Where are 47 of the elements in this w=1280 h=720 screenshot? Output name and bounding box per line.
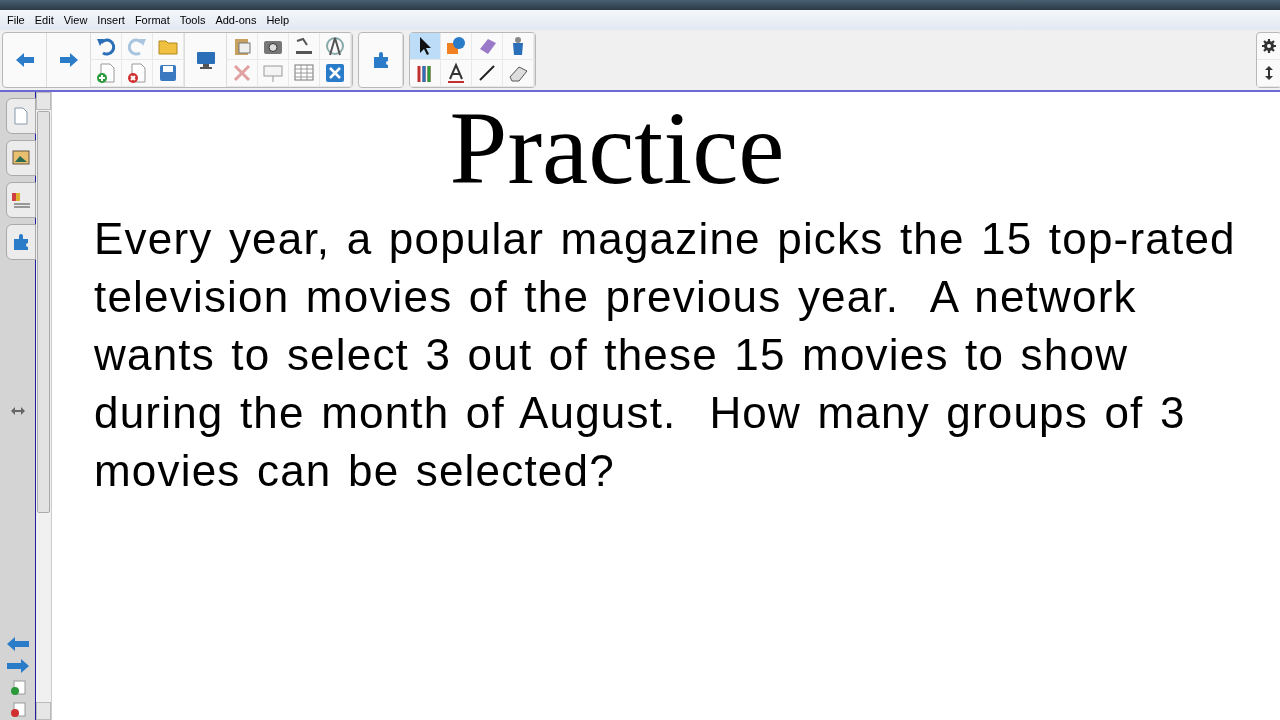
menu-item[interactable]: Tools [174, 14, 211, 26]
monitor-icon [194, 49, 217, 71]
shapes-icon [445, 35, 467, 57]
cursor-button[interactable] [410, 33, 441, 60]
save-button[interactable] [153, 60, 184, 87]
fullscreen-icon [324, 62, 346, 84]
scrollbar[interactable] [36, 92, 52, 720]
menu-item[interactable]: View [58, 14, 93, 26]
pens-button[interactable] [410, 60, 441, 87]
line-button[interactable] [472, 60, 503, 87]
camera-button[interactable] [258, 33, 289, 60]
menu-item[interactable]: Format [129, 14, 175, 26]
eraser-button[interactable] [503, 60, 534, 87]
save-icon [157, 62, 179, 84]
compass-icon [324, 35, 346, 57]
table-icon [293, 62, 315, 84]
shapes-button[interactable] [441, 33, 472, 60]
next-page-icon[interactable] [5, 658, 30, 674]
menu-item[interactable]: Add-ons [210, 14, 262, 26]
settings-icon [1260, 38, 1277, 54]
folder-button[interactable] [153, 33, 184, 60]
text-tool-button[interactable] [441, 60, 472, 87]
menu-item[interactable]: Insert [92, 14, 130, 26]
question-text: Every year, a popular magazine picks the 15 top-rated television movies of the previous year. A network wants to select 3 out of these 15 movies to show during the month of August. How many groups of 3 movies can be selected? [94, 213, 1237, 497]
fullscreen-button[interactable] [320, 60, 351, 87]
properties-tab[interactable] [5, 182, 36, 218]
screen-icon [262, 62, 284, 84]
menu-item[interactable]: Edit [29, 14, 59, 26]
undo-button[interactable] [91, 33, 122, 60]
close-icon [231, 62, 253, 84]
add-page-icon [95, 62, 117, 84]
delete-page-icon[interactable] [9, 702, 26, 718]
page-sorter-tab[interactable] [5, 98, 36, 134]
menu-item[interactable]: File [2, 14, 30, 26]
page-title: Practice [448, 96, 786, 200]
delete-page-icon [126, 62, 148, 84]
add-page-button[interactable] [91, 60, 122, 87]
menu-item[interactable]: Help [261, 14, 294, 26]
add-page-icon[interactable] [9, 680, 26, 696]
compass-button[interactable] [320, 33, 351, 60]
puzzle-tab[interactable] [5, 224, 36, 260]
gallery-tab[interactable] [5, 140, 36, 176]
previous-page-icon[interactable] [5, 636, 30, 652]
delete-page-button[interactable] [122, 60, 153, 87]
resize-icon[interactable] [10, 406, 25, 416]
clipboard-button[interactable] [227, 33, 258, 60]
text-tool-icon [445, 62, 467, 84]
